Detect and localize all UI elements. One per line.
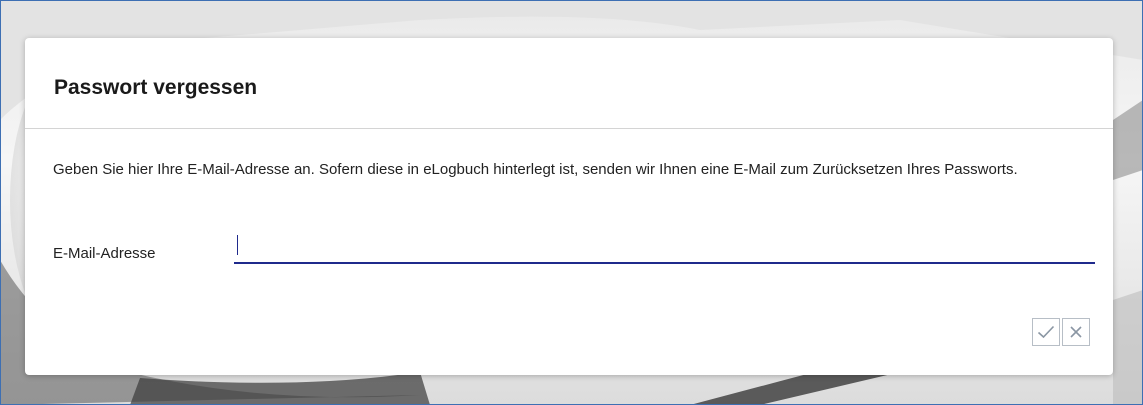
dialog-title: Passwort vergessen (54, 76, 258, 99)
cancel-button[interactable] (1062, 318, 1090, 346)
dialog-header: Passwort vergessen (25, 38, 1113, 129)
email-field[interactable] (234, 234, 1095, 264)
email-field-label: E-Mail-Adresse (53, 245, 156, 262)
checkmark-icon (1037, 325, 1055, 339)
confirm-button[interactable] (1032, 318, 1060, 346)
forgot-password-dialog: Passwort vergessen Geben Sie hier Ihre E… (25, 38, 1113, 375)
dialog-description: Geben Sie hier Ihre E-Mail-Adresse an. S… (53, 161, 1018, 178)
dialog-actions (1032, 318, 1090, 346)
text-caret (237, 235, 238, 255)
email-field-row: E-Mail-Adresse (53, 234, 1098, 268)
close-icon (1069, 325, 1083, 339)
